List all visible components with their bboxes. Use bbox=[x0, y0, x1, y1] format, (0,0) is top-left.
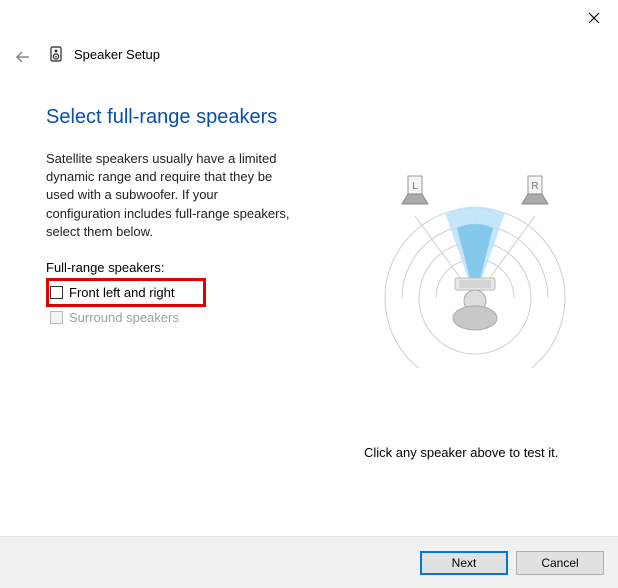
hint-text: Click any speaker above to test it. bbox=[364, 445, 558, 460]
checkbox-surround-speakers: Surround speakers bbox=[50, 310, 179, 325]
close-button[interactable] bbox=[584, 8, 604, 28]
speaker-setup-icon bbox=[46, 44, 66, 64]
subsection-label: Full-range speakers: bbox=[46, 260, 165, 275]
speaker-right-icon: R bbox=[522, 176, 548, 204]
next-button[interactable]: Next bbox=[420, 551, 508, 575]
checkbox-group: Front left and right Surround speakers bbox=[50, 285, 179, 325]
cancel-button[interactable]: Cancel bbox=[516, 551, 604, 575]
back-arrow-icon[interactable] bbox=[14, 48, 32, 71]
checkbox-box-icon bbox=[50, 286, 63, 299]
page-description: Satellite speakers usually have a limite… bbox=[46, 150, 291, 241]
title-area: Speaker Setup bbox=[46, 44, 160, 64]
listener-icon bbox=[453, 278, 497, 330]
speaker-diagram[interactable]: L R bbox=[360, 158, 590, 368]
speaker-left-icon: L bbox=[402, 176, 428, 204]
window-title: Speaker Setup bbox=[74, 47, 160, 62]
speaker-left-label: L bbox=[412, 181, 418, 192]
checkbox-box-icon bbox=[50, 311, 63, 324]
checkbox-label: Front left and right bbox=[69, 285, 175, 300]
speaker-right-label: R bbox=[531, 181, 538, 192]
checkbox-front-left-right[interactable]: Front left and right bbox=[50, 285, 179, 300]
checkbox-label: Surround speakers bbox=[69, 310, 179, 325]
page-heading: Select full-range speakers bbox=[46, 106, 277, 129]
button-bar: Next Cancel bbox=[0, 536, 618, 588]
